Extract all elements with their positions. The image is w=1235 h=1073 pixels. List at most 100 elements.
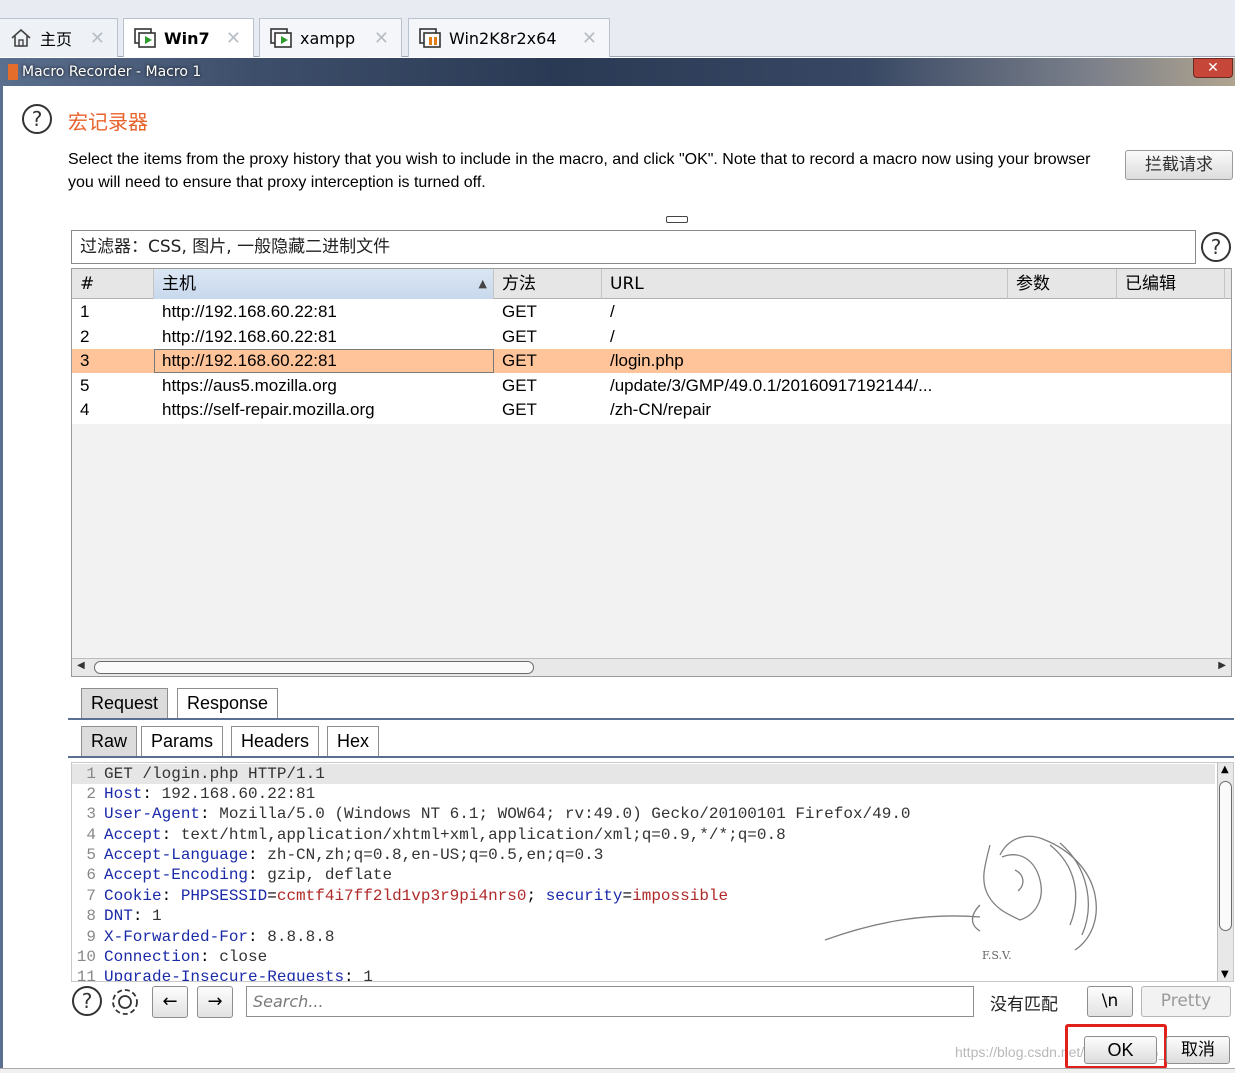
vm-running-icon xyxy=(270,28,292,48)
cell-method: GET xyxy=(502,351,537,370)
cell-url: /login.php xyxy=(610,351,684,370)
cell-host: http://192.168.60.22:81 xyxy=(154,349,494,373)
request-line: 10 Connection: close xyxy=(76,948,268,966)
filter-help-icon[interactable]: ? xyxy=(1201,232,1231,262)
request-line: 4 Accept: text/html,application/xhtml+xml… xyxy=(86,826,786,844)
pretty-button[interactable]: Pretty xyxy=(1141,986,1231,1017)
scrollbar-thumb[interactable] xyxy=(94,661,534,674)
editor-help-icon[interactable]: ? xyxy=(72,986,102,1016)
cell-num: 2 xyxy=(80,327,90,346)
column-header-edited[interactable]: 已编辑 xyxy=(1117,269,1225,299)
intercept-request-button[interactable]: 拦截请求 xyxy=(1125,150,1233,180)
filter-bar[interactable]: 过滤器：CSS, 图片, 一般隐藏二进制文件 xyxy=(71,230,1196,264)
request-line: 2 Host: 192.168.60.22:81 xyxy=(86,785,316,803)
request-line: 3 User-Agent: Mozilla/5.0 (Windows NT 6.1… xyxy=(86,805,911,823)
close-icon[interactable]: ✕ xyxy=(90,28,105,49)
search-input[interactable]: Search... xyxy=(246,986,974,1017)
table-row[interactable]: 2 http://192.168.60.22:81 GET / xyxy=(72,325,1231,349)
view-tabs: Raw Params Headers Hex xyxy=(68,726,1234,758)
vm-tab-label: 主页 xyxy=(40,30,73,49)
proxy-history-table: # 主机 ▲ 方法 URL 参数 已编辑 1 http://192.168.60… xyxy=(71,268,1232,677)
cell-url: / xyxy=(610,302,615,321)
vm-tab-win2k8[interactable]: Win2K8r2x64 ✕ xyxy=(408,18,610,57)
cell-host: https://self-repair.mozilla.org xyxy=(162,400,375,419)
match-count-label: 没有匹配 xyxy=(990,995,1058,1015)
cell-method: GET xyxy=(502,302,537,321)
request-line: 6 Accept-Encoding: gzip, deflate xyxy=(86,866,393,884)
table-row-selected[interactable]: 3 http://192.168.60.22:81 GET /login.php xyxy=(72,349,1231,373)
vm-tab-xampp[interactable]: xampp ✕ xyxy=(259,18,402,57)
vertical-scrollbar[interactable]: ▲ ▼ xyxy=(1217,763,1233,981)
prev-match-button[interactable]: ← xyxy=(152,986,188,1018)
arrow-right-icon: → xyxy=(207,991,223,1012)
window-bottom-edge xyxy=(0,1068,1235,1073)
column-header-url[interactable]: URL xyxy=(602,269,1008,299)
cell-host: https://aus5.mozilla.org xyxy=(162,376,337,395)
help-icon[interactable]: ? xyxy=(22,104,52,134)
vm-tab-label: xampp xyxy=(300,28,356,48)
page-title: 宏记录器 xyxy=(68,110,148,134)
cell-host: http://192.168.60.22:81 xyxy=(162,327,337,346)
cell-num: 3 xyxy=(80,351,90,370)
message-tabs: Request Response xyxy=(68,688,1234,720)
column-header-host[interactable]: 主机 ▲ xyxy=(154,269,494,299)
burp-app-icon xyxy=(8,64,18,80)
column-header-label: 主机 xyxy=(162,274,196,294)
newline-toggle-button[interactable]: \n xyxy=(1087,986,1133,1017)
cell-url: / xyxy=(610,327,615,346)
vm-tab-win7[interactable]: Win7 ✕ xyxy=(123,18,254,57)
cancel-button[interactable]: 取消 xyxy=(1166,1036,1230,1064)
tab-params[interactable]: Params xyxy=(141,726,224,756)
next-match-button[interactable]: → xyxy=(197,986,233,1018)
column-header-params[interactable]: 参数 xyxy=(1008,269,1117,299)
arrow-left-icon: ← xyxy=(162,991,178,1012)
table-row[interactable]: 4 https://self-repair.mozilla.org GET /z… xyxy=(72,398,1231,422)
tab-headers[interactable]: Headers xyxy=(231,726,320,756)
vm-tab-bar: 主页 ✕ Win7 ✕ xampp ✕ Win2K8r2x64 ✕ xyxy=(0,0,1235,57)
scrollbar-thumb[interactable] xyxy=(1219,781,1232,931)
cell-host: http://192.168.60.22:81 xyxy=(162,302,337,321)
tab-hex[interactable]: Hex xyxy=(327,726,380,756)
close-icon[interactable]: ✕ xyxy=(226,28,241,49)
cell-num: 1 xyxy=(80,302,90,321)
ok-highlight-box xyxy=(1065,1024,1167,1069)
scroll-left-icon[interactable]: ◀ xyxy=(77,660,85,671)
close-icon[interactable]: ✕ xyxy=(582,28,597,49)
vm-running-icon xyxy=(134,28,156,48)
window-title-bar: Macro Recorder - Macro 1 ✕ xyxy=(0,58,1235,86)
table-empty-area xyxy=(72,424,1231,659)
sort-asc-icon: ▲ xyxy=(478,277,487,290)
cell-method: GET xyxy=(502,376,537,395)
request-line: 5 Accept-Language: zh-CN,zh;q=0.8,en-US;q… xyxy=(86,846,604,864)
request-line: 11 Upgrade-Insecure-Requests: 1 xyxy=(76,968,373,982)
scroll-up-icon[interactable]: ▲ xyxy=(1221,764,1229,775)
table-row[interactable]: 1 http://192.168.60.22:81 GET / xyxy=(72,300,1231,324)
tab-request[interactable]: Request xyxy=(81,688,169,718)
table-header: # 主机 ▲ 方法 URL 参数 已编辑 xyxy=(72,269,1231,299)
description-text: Select the items from the proxy history … xyxy=(68,151,1091,191)
pane-splitter-handle[interactable] xyxy=(666,216,688,223)
cell-url: /zh-CN/repair xyxy=(610,400,712,419)
column-header-num[interactable]: # xyxy=(72,269,154,299)
close-icon[interactable]: ✕ xyxy=(374,28,389,49)
watermark-caption: F.S.V. xyxy=(982,949,1012,962)
column-header-method[interactable]: 方法 xyxy=(494,269,602,299)
vm-tab-label: Win2K8r2x64 xyxy=(449,28,557,48)
table-row[interactable]: 5 https://aus5.mozilla.org GET /update/3… xyxy=(72,374,1231,398)
cell-method: GET xyxy=(502,400,537,419)
horizontal-scrollbar[interactable]: ◀ ▶ xyxy=(72,658,1231,676)
cell-num: 4 xyxy=(80,400,90,419)
vm-tab-home[interactable]: 主页 ✕ xyxy=(0,18,118,57)
scroll-right-icon[interactable]: ▶ xyxy=(1218,660,1226,671)
vm-paused-icon xyxy=(419,28,441,48)
window-close-button[interactable]: ✕ xyxy=(1193,58,1233,78)
tab-response[interactable]: Response xyxy=(177,688,279,718)
tab-raw[interactable]: Raw xyxy=(81,726,138,756)
request-line-cookie: 7 Cookie: PHPSESSID=ccmtf4i7ff2ld1vp3r9pi… xyxy=(86,887,729,905)
request-line: 8 DNT: 1 xyxy=(86,907,162,925)
scroll-down-icon[interactable]: ▼ xyxy=(1221,969,1229,980)
gear-icon[interactable] xyxy=(107,986,143,1018)
cell-num: 5 xyxy=(80,376,90,395)
home-icon xyxy=(10,28,32,48)
vm-tab-label: Win7 xyxy=(164,28,210,48)
